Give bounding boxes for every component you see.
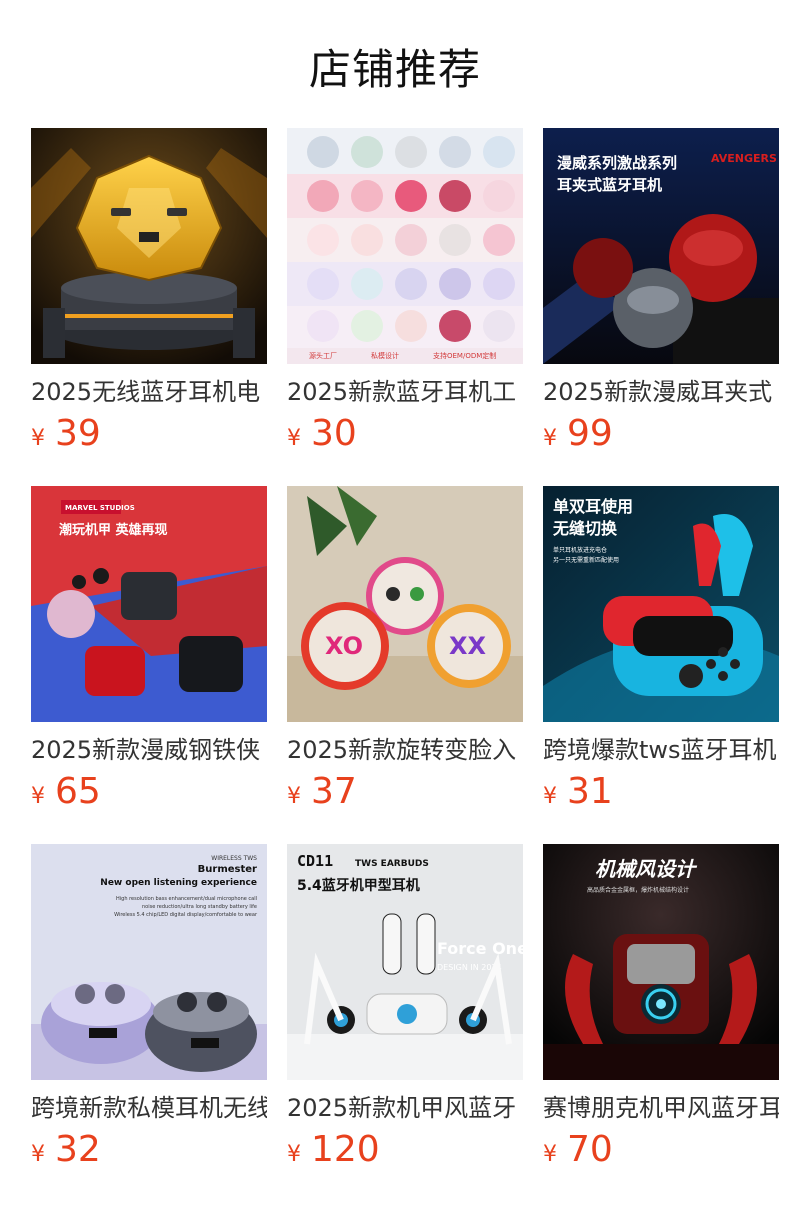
image-caption: 潮玩机甲 英雄再现 <box>59 522 168 538</box>
price-row: ¥ 65 <box>31 772 267 812</box>
product-name[interactable]: 2025新款漫威耳夹式 <box>543 376 779 408</box>
product-image[interactable]: 机械风设计 高品质合金金属框，爆炸机械结构设计 <box>543 844 779 1080</box>
product-name[interactable]: 2025新款漫威钢铁侠 <box>31 734 267 766</box>
image-caption: 耳夹式蓝牙耳机 <box>557 176 662 194</box>
currency-symbol: ¥ <box>287 426 301 451</box>
currency-symbol: ¥ <box>287 784 301 809</box>
image-caption: noise reduction/ultra long standby batte… <box>142 904 257 910</box>
price-row: ¥ 37 <box>287 772 523 812</box>
image-caption: 支持OEM/ODM定制 <box>433 351 496 360</box>
image-caption: New open listening experience <box>100 878 257 888</box>
image-caption: TWS EARBUDS <box>355 859 429 869</box>
image-caption: 漫威系列激战系列 <box>557 154 677 172</box>
product-name[interactable]: 2025新款蓝牙耳机工 <box>287 376 523 408</box>
product-image[interactable]: WIRELESS TWS Burmester New open listenin… <box>31 844 267 1080</box>
image-caption: 无缝切换 <box>552 519 618 538</box>
price-row: ¥ 39 <box>31 414 267 454</box>
image-caption: High resolution bass enhancement/dual mi… <box>116 896 257 902</box>
product-card[interactable]: 2025无线蓝牙耳机电 ¥ 39 <box>31 128 267 454</box>
product-image[interactable]: 单双耳使用 无缝切换 单只耳机放进充电仓 另一只无需重新匹配使用 <box>543 486 779 722</box>
price-row: ¥ 99 <box>543 414 779 454</box>
product-price: 32 <box>55 1129 101 1170</box>
product-image[interactable]: MARVEL STUDIOS 潮玩机甲 英雄再现 <box>31 486 267 722</box>
product-card[interactable]: 机械风设计 高品质合金金属框，爆炸机械结构设计 赛博朋克机甲风蓝牙耳 ¥ 70 <box>543 844 779 1170</box>
product-price: 70 <box>567 1129 613 1170</box>
currency-symbol: ¥ <box>543 784 557 809</box>
product-name[interactable]: 赛博朋克机甲风蓝牙耳 <box>543 1092 779 1124</box>
currency-symbol: ¥ <box>31 426 45 451</box>
product-image[interactable]: 源头工厂 私模设计 支持OEM/ODM定制 <box>287 128 523 364</box>
image-caption: AVENGERS <box>711 152 777 165</box>
product-card[interactable]: MARVEL STUDIOS 潮玩机甲 英雄再现 2025新款漫威钢铁侠 ¥ 6… <box>31 486 267 812</box>
product-card[interactable]: XO XX 2025新款旋转变脸入 ¥ 37 <box>287 486 523 812</box>
product-name[interactable]: 跨境新款私模耳机无线 <box>31 1092 267 1124</box>
image-caption: 机械风设计 <box>595 857 698 881</box>
price-row: ¥ 32 <box>31 1130 267 1170</box>
product-card[interactable]: CD11 TWS EARBUDS 5.4蓝牙机甲型耳机 Force One DE… <box>287 844 523 1170</box>
image-caption: CD11 <box>297 852 333 870</box>
currency-symbol: ¥ <box>543 1142 557 1167</box>
product-price: 30 <box>311 413 357 454</box>
product-card[interactable]: 单双耳使用 无缝切换 单只耳机放进充电仓 另一只无需重新匹配使用 跨境爆款tws… <box>543 486 779 812</box>
product-name[interactable]: 跨境爆款tws蓝牙耳机 <box>543 734 779 766</box>
image-caption: 另一只无需重新匹配使用 <box>553 556 619 564</box>
product-card[interactable]: 源头工厂 私模设计 支持OEM/ODM定制 2025新款蓝牙耳机工 ¥ 30 <box>287 128 523 454</box>
product-grid: 2025无线蓝牙耳机电 ¥ 39 源头工厂 私模设计 支持OEM/ODM定制 2… <box>31 128 790 1170</box>
price-row: ¥ 70 <box>543 1130 779 1170</box>
image-caption: Wireless 5.4 chip/LED digital display/co… <box>114 912 258 918</box>
product-price: 99 <box>567 413 613 454</box>
image-caption: 单只耳机放进充电仓 <box>553 546 607 554</box>
image-caption: 私模设计 <box>371 351 399 360</box>
image-caption: MARVEL STUDIOS <box>65 504 135 512</box>
product-price: 31 <box>567 771 613 812</box>
product-card[interactable]: WIRELESS TWS Burmester New open listenin… <box>31 844 267 1170</box>
product-image[interactable]: XO XX <box>287 486 523 722</box>
currency-symbol: ¥ <box>31 1142 45 1167</box>
product-price: 65 <box>55 771 101 812</box>
product-price: 120 <box>311 1129 380 1170</box>
product-price: 39 <box>55 413 101 454</box>
price-row: ¥ 120 <box>287 1130 523 1170</box>
product-name[interactable]: 2025无线蓝牙耳机电 <box>31 376 267 408</box>
image-caption: Burmester <box>198 864 257 875</box>
currency-symbol: ¥ <box>31 784 45 809</box>
currency-symbol: ¥ <box>543 426 557 451</box>
product-price: 37 <box>311 771 357 812</box>
product-image[interactable] <box>31 128 267 364</box>
image-caption: 5.4蓝牙机甲型耳机 <box>297 877 420 894</box>
image-caption: 高品质合金金属框，爆炸机械结构设计 <box>587 886 689 894</box>
product-image[interactable]: 漫威系列激战系列 耳夹式蓝牙耳机 AVENGERS <box>543 128 779 364</box>
svg-text:XO: XO <box>325 632 363 660</box>
currency-symbol: ¥ <box>287 1142 301 1167</box>
page-title: 店铺推荐 <box>308 45 481 94</box>
image-caption: 源头工厂 <box>309 351 337 360</box>
image-caption: 单双耳使用 <box>553 497 633 516</box>
product-name[interactable]: 2025新款机甲风蓝牙 <box>287 1092 523 1124</box>
image-caption: WIRELESS TWS <box>211 855 257 862</box>
product-image[interactable]: CD11 TWS EARBUDS 5.4蓝牙机甲型耳机 Force One DE… <box>287 844 523 1080</box>
product-card[interactable]: 漫威系列激战系列 耳夹式蓝牙耳机 AVENGERS 2025新款漫威耳夹式 ¥ … <box>543 128 779 454</box>
image-caption: Force One <box>437 939 523 958</box>
price-row: ¥ 31 <box>543 772 779 812</box>
product-name[interactable]: 2025新款旋转变脸入 <box>287 734 523 766</box>
price-row: ¥ 30 <box>287 414 523 454</box>
svg-text:XX: XX <box>449 632 487 660</box>
